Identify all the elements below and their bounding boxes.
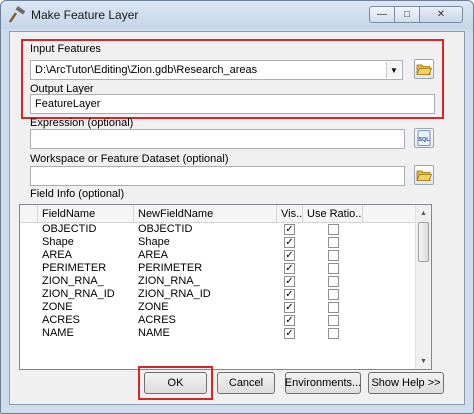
- cancel-button[interactable]: Cancel: [217, 372, 275, 394]
- workspace-browse-button[interactable]: [414, 165, 434, 185]
- use-ratio-checkbox[interactable]: [328, 224, 339, 235]
- maximize-button[interactable]: □: [394, 6, 420, 23]
- minimize-icon: —: [377, 9, 387, 20]
- table-scrollbar[interactable]: ▲ ▼: [415, 205, 431, 369]
- fieldname-cell: PERIMETER: [42, 262, 107, 274]
- input-output-highlight: [21, 39, 444, 119]
- visible-checkbox[interactable]: ✓: [284, 315, 295, 326]
- fieldname-cell: ZONE: [42, 301, 73, 313]
- environments-button[interactable]: Environments...: [285, 372, 361, 394]
- fieldname-cell: AREA: [42, 249, 72, 261]
- window-title: Make Feature Layer: [31, 8, 139, 22]
- table-row[interactable]: ZONE ZONE ✓: [20, 301, 415, 314]
- use-ratio-checkbox[interactable]: [328, 328, 339, 339]
- use-ratio-checkbox[interactable]: [328, 276, 339, 287]
- sql-button[interactable]: SQL: [414, 128, 434, 148]
- table-row[interactable]: ZION_RNA_ID ZION_RNA_ID ✓: [20, 288, 415, 301]
- visible-checkbox[interactable]: ✓: [284, 250, 295, 261]
- table-row[interactable]: Shape Shape ✓: [20, 236, 415, 249]
- table-row[interactable]: ZION_RNA_ ZION_RNA_ ✓: [20, 275, 415, 288]
- newfieldname-cell[interactable]: Shape: [134, 236, 277, 249]
- maximize-icon: □: [403, 9, 411, 20]
- column-header-use-ratio[interactable]: Use Ratio...: [303, 205, 363, 223]
- use-ratio-checkbox[interactable]: [328, 237, 339, 248]
- sql-text: SQL: [418, 137, 430, 143]
- newfieldname-cell[interactable]: ZION_RNA_: [134, 275, 277, 288]
- visible-checkbox[interactable]: ✓: [284, 289, 295, 300]
- workspace-label: Workspace or Feature Dataset (optional): [30, 153, 229, 165]
- table-row[interactable]: ACRES ACRES ✓: [20, 314, 415, 327]
- table-row[interactable]: OBJECTID OBJECTID ✓: [20, 223, 415, 236]
- column-header-newfieldname[interactable]: NewFieldName: [134, 205, 277, 223]
- fieldname-cell: ZION_RNA_ID: [42, 288, 115, 300]
- hammer-icon: [9, 6, 26, 23]
- use-ratio-checkbox[interactable]: [328, 302, 339, 313]
- visible-checkbox[interactable]: ✓: [284, 237, 295, 248]
- column-header-visible[interactable]: Vis...: [277, 205, 303, 223]
- close-button[interactable]: ✕: [419, 6, 463, 23]
- use-ratio-checkbox[interactable]: [328, 263, 339, 274]
- sql-icon: SQL: [417, 130, 431, 146]
- use-ratio-checkbox[interactable]: [328, 250, 339, 261]
- fieldname-cell: OBJECTID: [42, 223, 97, 235]
- title-bar[interactable]: Make Feature Layer — □ ✕: [1, 1, 473, 29]
- newfieldname-cell[interactable]: OBJECTID: [134, 223, 277, 236]
- scroll-up-icon[interactable]: ▲: [416, 205, 431, 221]
- dialog-window: Make Feature Layer — □ ✕ Input Features …: [0, 0, 474, 414]
- fieldname-cell: NAME: [42, 327, 74, 339]
- ok-highlight: [138, 366, 213, 400]
- table-row[interactable]: AREA AREA ✓: [20, 249, 415, 262]
- minimize-button[interactable]: —: [369, 6, 395, 23]
- visible-checkbox[interactable]: ✓: [284, 224, 295, 235]
- show-help-button[interactable]: Show Help >>: [368, 372, 444, 394]
- newfieldname-cell[interactable]: NAME: [134, 327, 277, 340]
- visible-checkbox[interactable]: ✓: [284, 263, 295, 274]
- expression-label: Expression (optional): [30, 117, 134, 129]
- expression-field[interactable]: [30, 129, 405, 149]
- fieldname-cell: ACRES: [42, 314, 80, 326]
- visible-checkbox[interactable]: ✓: [284, 276, 295, 287]
- folder-open-icon: [416, 170, 433, 181]
- field-info-table[interactable]: FieldName NewFieldName Vis... Use Ratio.…: [19, 204, 432, 370]
- use-ratio-checkbox[interactable]: [328, 315, 339, 326]
- table-row[interactable]: PERIMETER PERIMETER ✓: [20, 262, 415, 275]
- field-info-label: Field Info (optional): [30, 188, 125, 200]
- table-row[interactable]: NAME NAME ✓: [20, 327, 415, 340]
- column-header-fieldname[interactable]: FieldName: [38, 205, 134, 223]
- visible-checkbox[interactable]: ✓: [284, 328, 295, 339]
- newfieldname-cell[interactable]: PERIMETER: [134, 262, 277, 275]
- visible-checkbox[interactable]: ✓: [284, 302, 295, 313]
- scroll-thumb[interactable]: [418, 222, 429, 262]
- fieldname-cell: ZION_RNA_: [42, 275, 104, 287]
- fieldname-cell: Shape: [42, 236, 74, 248]
- use-ratio-checkbox[interactable]: [328, 289, 339, 300]
- scroll-down-icon[interactable]: ▼: [416, 353, 431, 369]
- newfieldname-cell[interactable]: AREA: [134, 249, 277, 262]
- newfieldname-cell[interactable]: ACRES: [134, 314, 277, 327]
- row-header-corner: [20, 205, 38, 223]
- table-header: FieldName NewFieldName Vis... Use Ratio.…: [20, 205, 415, 223]
- newfieldname-cell[interactable]: ZONE: [134, 301, 277, 314]
- workspace-field[interactable]: [30, 166, 405, 186]
- newfieldname-cell[interactable]: ZION_RNA_ID: [134, 288, 277, 301]
- close-icon: ✕: [436, 9, 446, 20]
